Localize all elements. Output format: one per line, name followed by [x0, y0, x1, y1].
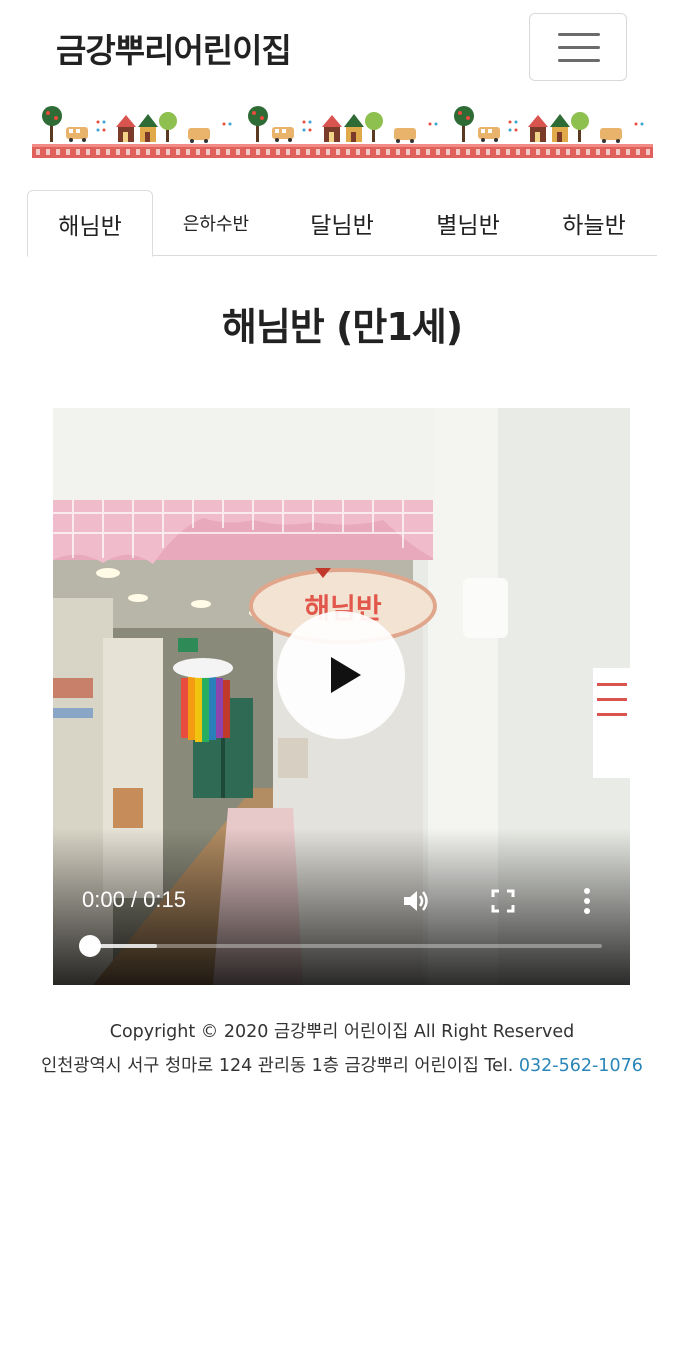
fullscreen-icon — [491, 889, 515, 913]
seek-handle[interactable] — [79, 935, 101, 957]
more-options-button[interactable] — [575, 886, 599, 920]
site-brand[interactable]: 금강뿌리어린이집 — [56, 24, 292, 72]
tab-label: 달님반 — [310, 213, 374, 239]
tab-label: 은하수반 — [182, 214, 250, 235]
tab-eunhasu[interactable]: 은하수반 — [153, 190, 279, 256]
volume-icon — [404, 891, 428, 911]
tab-label: 해님반 — [58, 213, 122, 240]
class-tabs: 해님반 은하수반 달님반 별님반 하늘반 — [27, 190, 657, 257]
footer: Copyright © 2020 금강뿌리 어린이집 All Right Res… — [0, 1020, 684, 1088]
tab-label: 하늘반 — [562, 213, 626, 239]
phone-link[interactable]: 032-562-1076 — [519, 1056, 643, 1076]
menu-toggle-button[interactable] — [529, 13, 627, 81]
village-fence-banner — [32, 106, 653, 158]
time-display: 0:00 / 0:15 — [82, 887, 186, 912]
tab-dalnim[interactable]: 달님반 — [279, 190, 405, 256]
page-title: 해님반 (만1세) — [221, 305, 463, 349]
tab-byeolnim[interactable]: 별님반 — [405, 190, 531, 256]
address-text: 인천광역시 서구 청마로 124 관리동 1층 금강뿌리 어린이집 Tel. — [41, 1056, 514, 1076]
volume-button[interactable] — [400, 885, 432, 921]
play-button[interactable] — [277, 611, 405, 739]
tab-label: 별님반 — [436, 213, 500, 239]
tab-haneul[interactable]: 하늘반 — [531, 190, 657, 256]
copyright-text: Copyright © 2020 금강뿌리 어린이집 All Right Res… — [109, 1022, 575, 1042]
play-icon — [331, 657, 361, 693]
fullscreen-button[interactable] — [489, 887, 517, 919]
more-vertical-icon — [584, 888, 590, 914]
navbar: 금강뿌리어린이집 — [0, 0, 684, 100]
video-player[interactable]: 해님반 0:00 / 0:15 — [53, 408, 630, 985]
tab-haenim[interactable]: 해님반 — [27, 190, 153, 257]
seek-bar[interactable] — [79, 935, 602, 957]
address-line: 인천광역시 서구 청마로 124 관리동 1층 금강뿌리 어린이집 Tel. 0… — [0, 1054, 684, 1088]
